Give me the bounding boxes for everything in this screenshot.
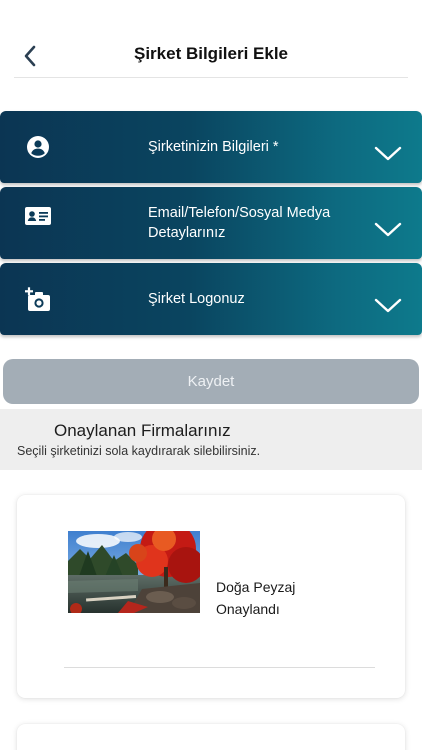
section-company-logo[interactable]: Şirket Logonuz [0, 263, 422, 335]
section-label: Şirket Logonuz [148, 291, 245, 307]
card-divider [64, 667, 375, 668]
approved-title: Onaylanan Firmalarınız [54, 421, 231, 440]
chevron-down-icon [374, 146, 402, 161]
company-card[interactable]: Doğa Peyzaj Onaylandı [17, 495, 405, 698]
section-contact-details[interactable]: Email/Telefon/Sosyal Medya Detaylarınız [0, 187, 422, 259]
add-photo-icon [24, 286, 52, 314]
chevron-down-icon [374, 222, 402, 237]
company-name: Doğa Peyzaj [216, 579, 296, 595]
approved-companies-header: Onaylanan Firmalarınız Seçili şirketiniz… [0, 409, 422, 470]
header: Şirket Bilgileri Ekle [0, 0, 422, 80]
page-title: Şirket Bilgileri Ekle [133, 44, 288, 63]
chevron-down-icon [374, 298, 402, 313]
header-divider [14, 77, 408, 78]
section-company-info[interactable]: Şirketinizin Bilgileri * [0, 111, 422, 183]
save-button[interactable]: Kaydet [3, 359, 419, 404]
approved-hint: Seçili şirketinizi sola kaydırarak sileb… [17, 444, 261, 458]
account-circle-icon [24, 133, 52, 161]
company-status: Onaylandı [216, 601, 280, 617]
contact-card-icon [24, 202, 52, 230]
section-label: Şirketinizin Bilgileri * [148, 139, 279, 155]
company-card[interactable] [17, 724, 405, 750]
company-logo-image [68, 531, 200, 613]
section-label: Email/Telefon/Sosyal Medya Detaylarınız [148, 205, 331, 241]
